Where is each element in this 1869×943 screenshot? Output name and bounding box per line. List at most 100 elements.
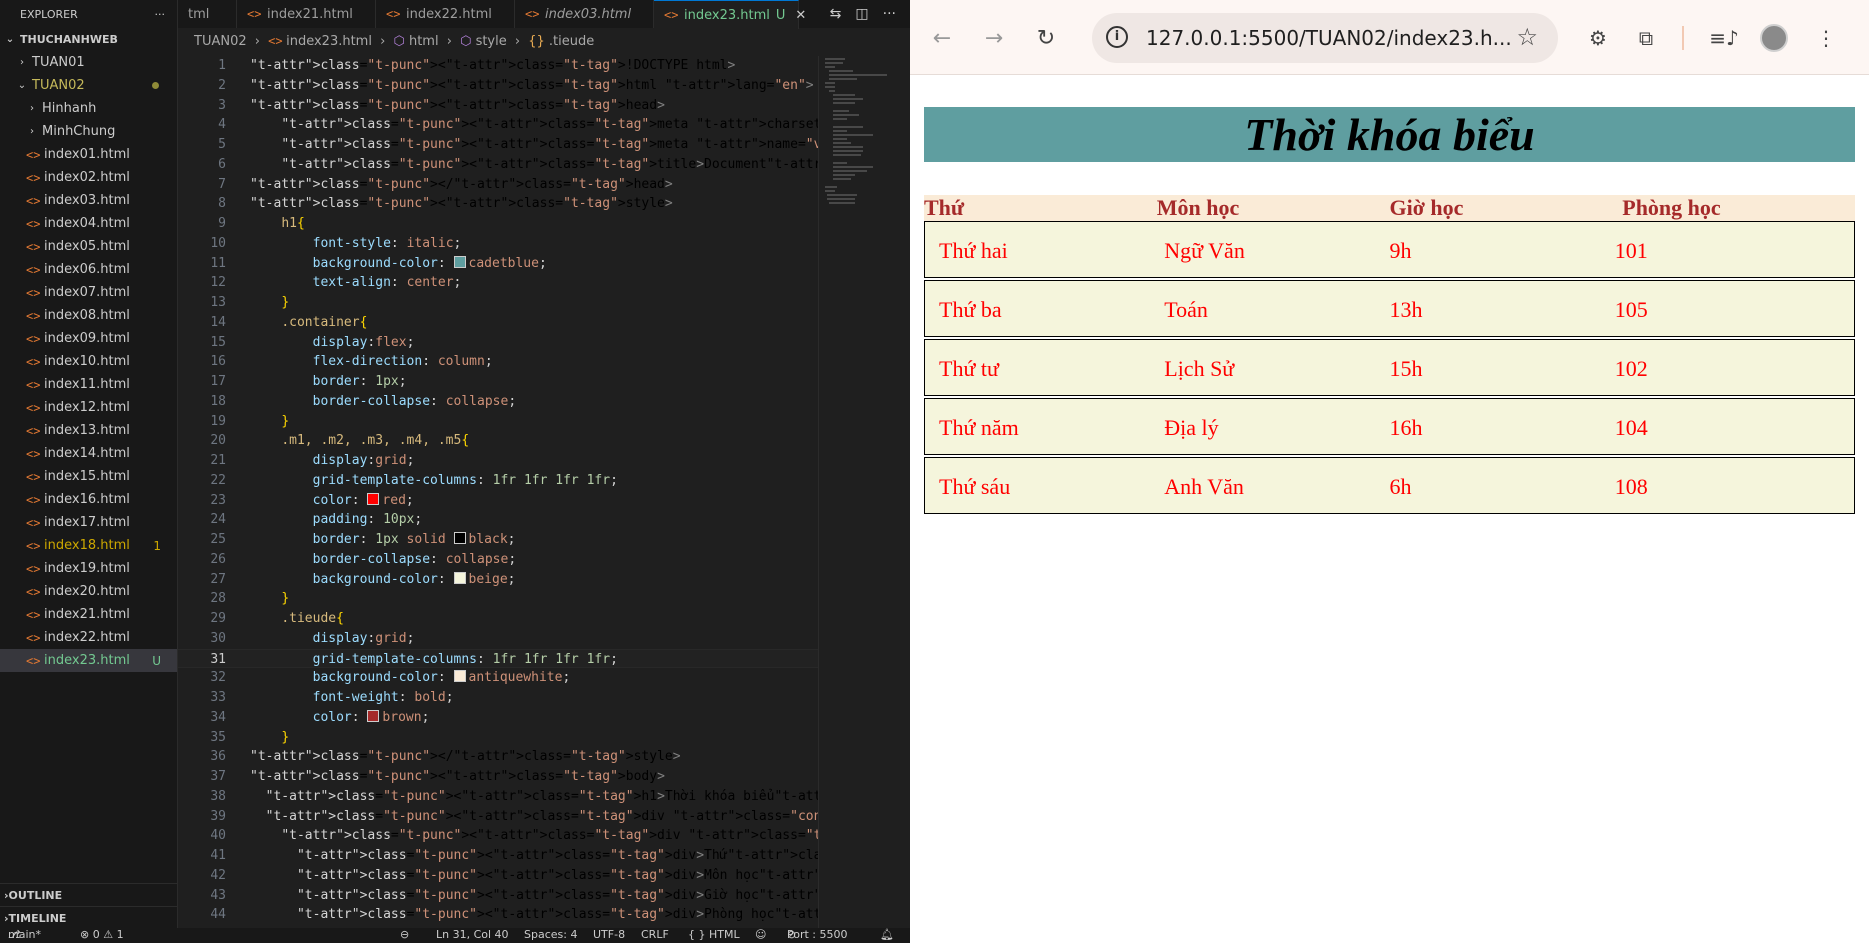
more-actions-icon[interactable]: ··· <box>883 6 896 22</box>
code-line[interactable]: 36 "t-attr">class="t-punc"></"t-attr">cla… <box>178 747 818 767</box>
tab-index21[interactable]: <> index21.html <box>237 0 376 28</box>
copilot-icon[interactable]: ☺ <box>755 928 766 941</box>
code-line[interactable]: 20 .m1, .m2, .m3, .m4, .m5{ <box>178 431 818 451</box>
code-line[interactable]: 3 "t-attr">class="t-punc"><"t-attr">class… <box>178 96 818 116</box>
folder-tuan01[interactable]: › TUAN01 <box>0 51 177 74</box>
code-line[interactable]: 38 "t-attr">class="t-punc"><"t-attr">cla… <box>178 787 818 807</box>
code-line[interactable]: 14 .container{ <box>178 313 818 333</box>
code-line[interactable]: 25 border: 1px solid black; <box>178 530 818 550</box>
file-item[interactable]: <> index23.html U <box>0 649 177 672</box>
code-line[interactable]: 18 border-collapse: collapse; <box>178 392 818 412</box>
file-item[interactable]: <> index06.html <box>0 258 177 281</box>
language-status[interactable]: { } HTML <box>688 928 740 941</box>
file-item[interactable]: <> index09.html <box>0 327 177 350</box>
bookmark-star-icon[interactable]: ☆ <box>1516 23 1538 51</box>
code-line[interactable]: 43 "t-attr">class="t-punc"><"t-attr">cla… <box>178 886 818 906</box>
code-line[interactable]: 37 "t-attr">class="t-punc"><"t-attr">clas… <box>178 767 818 787</box>
more-actions-icon[interactable]: ··· <box>155 8 166 21</box>
extensions-puzzle-icon[interactable]: ⧉ <box>1628 20 1664 56</box>
code-line[interactable]: 29 .tieude{ <box>178 609 818 629</box>
breadcrumb-item[interactable]: html <box>409 34 439 49</box>
file-item[interactable]: <> index08.html <box>0 304 177 327</box>
code-line[interactable]: 19 } <box>178 412 818 432</box>
reload-icon[interactable]: ↻ <box>1028 20 1064 56</box>
code-line[interactable]: 1 "t-attr">class="t-punc"><"t-attr">class… <box>178 56 818 76</box>
timeline-section[interactable]: › TIMELINE <box>0 906 177 929</box>
file-item[interactable]: <> index03.html <box>0 189 177 212</box>
media-controls-icon[interactable]: ≡♪ <box>1706 20 1742 56</box>
code-line[interactable]: 4 "t-attr">class="t-punc"><"t-attr">clas… <box>178 115 818 135</box>
file-item[interactable]: <> index21.html <box>0 603 177 626</box>
code-line[interactable]: 12 text-align: center; <box>178 273 818 293</box>
file-item[interactable]: <> index13.html <box>0 419 177 442</box>
code-line[interactable]: 11 background-color: cadetblue; <box>178 254 818 274</box>
file-item[interactable]: <> index14.html <box>0 442 177 465</box>
menu-kebab-icon[interactable]: ⋮ <box>1808 20 1844 56</box>
file-item[interactable]: <> index17.html <box>0 511 177 534</box>
site-info-icon[interactable]: i <box>1106 26 1128 48</box>
file-item[interactable]: <> index20.html <box>0 580 177 603</box>
code-editor[interactable]: 1 "t-attr">class="t-punc"><"t-attr">class… <box>178 56 818 928</box>
code-line[interactable]: 17 border: 1px; <box>178 372 818 392</box>
indentation-status[interactable]: Spaces: 4 <box>524 928 577 941</box>
code-line[interactable]: 27 background-color: beige; <box>178 570 818 590</box>
code-line[interactable]: 28 } <box>178 589 818 609</box>
code-line[interactable]: 6 "t-attr">class="t-punc"><"t-attr">clas… <box>178 155 818 175</box>
page-scrollbar[interactable] <box>1861 75 1869 943</box>
code-line[interactable]: 39 "t-attr">class="t-punc"><"t-attr">cla… <box>178 807 818 827</box>
file-item[interactable]: <> index05.html <box>0 235 177 258</box>
folder-tuan02[interactable]: ⌄ TUAN02 <box>0 74 177 97</box>
code-line[interactable]: 33 font-weight: bold; <box>178 688 818 708</box>
tab-index03[interactable]: <> index03.html <box>515 0 654 28</box>
file-item[interactable]: <> index16.html <box>0 488 177 511</box>
encoding-status[interactable]: UTF-8 <box>593 928 625 941</box>
code-line[interactable]: 31 grid-template-columns: 1fr 1fr 1fr 1f… <box>178 648 818 669</box>
code-line[interactable]: 2 "t-attr">class="t-punc"><"t-attr">class… <box>178 76 818 96</box>
compare-changes-icon[interactable]: ⇆ <box>830 6 842 22</box>
code-line[interactable]: 15 display:flex; <box>178 333 818 353</box>
folder-hinhanh[interactable]: › Hinhanh <box>0 97 177 120</box>
cursor-position[interactable]: Ln 31, Col 40 <box>436 928 509 941</box>
file-item[interactable]: <> index04.html <box>0 212 177 235</box>
code-line[interactable]: 22 grid-template-columns: 1fr 1fr 1fr 1f… <box>178 471 818 491</box>
code-line[interactable]: 16 flex-direction: column; <box>178 352 818 372</box>
code-line[interactable]: 21 display:grid; <box>178 451 818 471</box>
close-icon[interactable]: ✕ <box>795 8 806 23</box>
code-line[interactable]: 13 } <box>178 293 818 313</box>
code-line[interactable]: 10 font-style: italic; <box>178 234 818 254</box>
file-item[interactable]: <> index01.html <box>0 143 177 166</box>
code-line[interactable]: 44 "t-attr">class="t-punc"><"t-attr">cla… <box>178 905 818 925</box>
code-line[interactable]: 40 "t-attr">class="t-punc"><"t-attr">cla… <box>178 826 818 846</box>
file-item[interactable]: <> index12.html <box>0 396 177 419</box>
code-line[interactable]: 5 "t-attr">class="t-punc"><"t-attr">clas… <box>178 135 818 155</box>
code-line[interactable]: 8 "t-attr">class="t-punc"><"t-attr">class… <box>178 194 818 214</box>
code-line[interactable]: 32 background-color: antiquewhite; <box>178 668 818 688</box>
code-line[interactable]: 34 color: brown; <box>178 708 818 728</box>
code-line[interactable]: 41 "t-attr">class="t-punc"><"t-attr">cla… <box>178 846 818 866</box>
address-bar[interactable]: i 127.0.0.1:5500/TUAN02/index23.h... ☆ <box>1092 13 1558 63</box>
zoom-icon[interactable]: ⊖ <box>400 928 409 941</box>
code-line[interactable]: 30 display:grid; <box>178 629 818 649</box>
code-line[interactable]: 35 } <box>178 728 818 748</box>
file-item[interactable]: <> index19.html <box>0 557 177 580</box>
breadcrumb-item[interactable]: index23.html <box>286 34 372 49</box>
tab-index23[interactable]: <> index23.html U ✕ <box>654 0 806 29</box>
code-line[interactable]: 9 h1{ <box>178 214 818 234</box>
folder-minhchung[interactable]: › MinhChung <box>0 120 177 143</box>
file-item[interactable]: <> index15.html <box>0 465 177 488</box>
breadcrumb-item[interactable]: style <box>476 34 507 49</box>
split-editor-icon[interactable]: ◫ <box>855 6 868 22</box>
file-item[interactable]: <> index07.html <box>0 281 177 304</box>
tab-index22[interactable]: <> index22.html <box>376 0 515 28</box>
code-line[interactable]: 23 color: red; <box>178 491 818 511</box>
eol-status[interactable]: CRLF <box>641 928 669 941</box>
code-line[interactable]: 26 border-collapse: collapse; <box>178 550 818 570</box>
file-item[interactable]: <> index18.html 1 <box>0 534 177 557</box>
file-item[interactable]: <> index11.html <box>0 373 177 396</box>
minimap[interactable] <box>818 56 899 928</box>
translate-extension-icon[interactable]: ⚙ <box>1580 20 1616 56</box>
breadcrumb-item[interactable]: TUAN02 <box>194 34 247 49</box>
problems-status[interactable]: ⊗ 0 ⚠ 1 <box>80 928 124 941</box>
forward-icon[interactable]: → <box>976 20 1012 56</box>
file-item[interactable]: <> index02.html <box>0 166 177 189</box>
